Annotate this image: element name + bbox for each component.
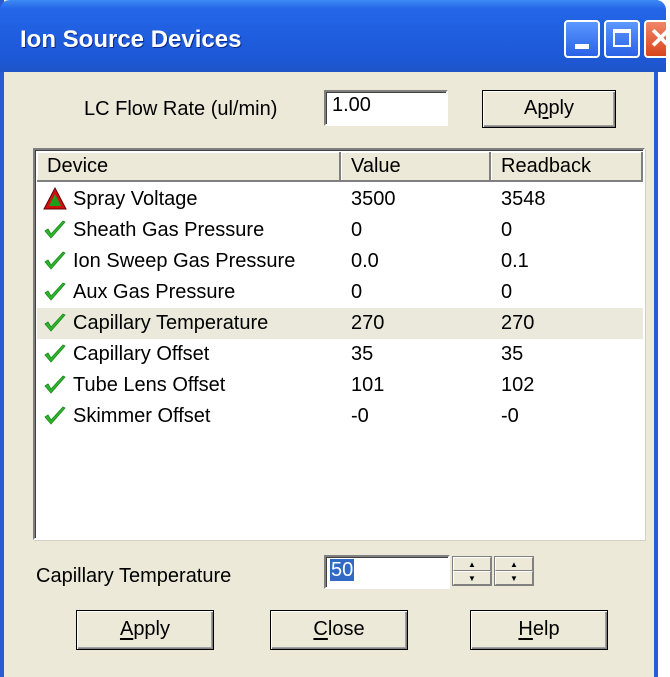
- column-header-value-label: Value: [351, 155, 401, 177]
- device-value: -0: [351, 405, 369, 427]
- device-name: Aux Gas Pressure: [73, 281, 236, 303]
- column-header-readback-label: Readback: [501, 155, 592, 177]
- window-title: Ion Source Devices: [20, 26, 242, 53]
- title-bar[interactable]: Ion Source Devices ✕: [0, 0, 670, 72]
- device-value: 270: [351, 312, 385, 334]
- device-name: Capillary Temperature: [73, 312, 269, 334]
- device-readback: 270: [501, 312, 535, 334]
- apply-button[interactable]: Apply: [76, 610, 214, 650]
- device-readback: -0: [501, 405, 519, 427]
- device-readback: 0.1: [501, 250, 529, 272]
- device-value: 3500: [351, 188, 396, 210]
- spin-buttons-coarse[interactable]: ▲ ▼: [452, 556, 492, 586]
- device-readback: 102: [501, 374, 535, 396]
- device-name: Capillary Offset: [73, 343, 210, 365]
- green-check-icon: [43, 404, 67, 428]
- close-button-label: Close: [313, 618, 365, 640]
- apply-button-label: Apply: [119, 618, 171, 640]
- device-row[interactable]: Skimmer Offset -0 -0: [37, 401, 643, 432]
- spin-up-button-fine[interactable]: ▲: [495, 557, 533, 571]
- help-button[interactable]: Help: [470, 610, 608, 650]
- minimize-button[interactable]: [564, 20, 600, 58]
- device-row[interactable]: Capillary Temperature 270 270: [37, 308, 643, 339]
- column-header-value[interactable]: Value: [341, 152, 491, 182]
- lc-flow-rate-label: LC Flow Rate (ul/min): [84, 98, 278, 120]
- capillary-temperature-label: Capillary Temperature: [36, 565, 232, 587]
- column-header-readback[interactable]: Readback: [491, 152, 643, 182]
- device-name: Skimmer Offset: [73, 405, 211, 427]
- green-check-icon: [43, 342, 67, 366]
- device-row[interactable]: Aux Gas Pressure 0 0: [37, 277, 643, 308]
- device-name: Sheath Gas Pressure: [73, 219, 265, 241]
- flow-apply-label: Apply: [523, 97, 575, 119]
- device-row[interactable]: Spray Voltage 3500 3548: [37, 184, 643, 215]
- device-readback: 35: [501, 343, 524, 365]
- device-row[interactable]: Sheath Gas Pressure 0 0: [37, 215, 643, 246]
- maximize-button[interactable]: [604, 20, 640, 58]
- green-check-icon: [43, 373, 67, 397]
- device-value: 0: [351, 281, 363, 303]
- green-check-icon: [43, 249, 67, 273]
- device-readback: 3548: [501, 188, 546, 210]
- device-value: 0.0: [351, 250, 379, 272]
- spin-down-button-fine[interactable]: ▼: [495, 571, 533, 585]
- device-list[interactable]: Device Value Readback Spray Voltage 3500 3…: [33, 148, 645, 540]
- device-readback: 0: [501, 281, 513, 303]
- lc-flow-rate-input[interactable]: 1.00: [324, 90, 448, 126]
- green-check-icon: [43, 311, 67, 335]
- close-button[interactable]: Close: [270, 610, 408, 650]
- maximize-icon: [613, 29, 631, 47]
- close-icon: ✕: [649, 23, 670, 54]
- device-row[interactable]: Tube Lens Offset 101 102: [37, 370, 643, 401]
- help-button-label: Help: [518, 618, 560, 640]
- column-header-device[interactable]: Device: [37, 152, 341, 182]
- device-name: Spray Voltage: [73, 188, 198, 210]
- device-value: 0: [351, 219, 363, 241]
- device-row[interactable]: Capillary Offset 35 35: [37, 339, 643, 370]
- close-window-button[interactable]: ✕: [644, 20, 670, 58]
- warning-triangle-icon: [43, 186, 67, 211]
- spin-up-button-coarse[interactable]: ▲: [453, 557, 491, 571]
- device-value: 35: [351, 343, 374, 365]
- flow-apply-button[interactable]: Apply: [482, 90, 616, 128]
- device-readback: 0: [501, 219, 513, 241]
- device-name: Ion Sweep Gas Pressure: [73, 250, 296, 272]
- column-header-device-label: Device: [47, 155, 109, 177]
- capillary-temperature-input[interactable]: 50: [324, 555, 450, 589]
- minimize-icon: [575, 44, 589, 49]
- green-check-icon: [43, 218, 67, 242]
- green-check-icon: [43, 280, 67, 304]
- capillary-temperature-value: 50: [330, 559, 355, 581]
- spin-buttons-fine[interactable]: ▲ ▼: [494, 556, 534, 586]
- spin-down-button-coarse[interactable]: ▼: [453, 571, 491, 585]
- device-value: 101: [351, 374, 385, 396]
- device-name: Tube Lens Offset: [73, 374, 226, 396]
- lc-flow-rate-value: 1.00: [332, 94, 371, 116]
- device-row[interactable]: Ion Sweep Gas Pressure 0.0 0.1: [37, 246, 643, 277]
